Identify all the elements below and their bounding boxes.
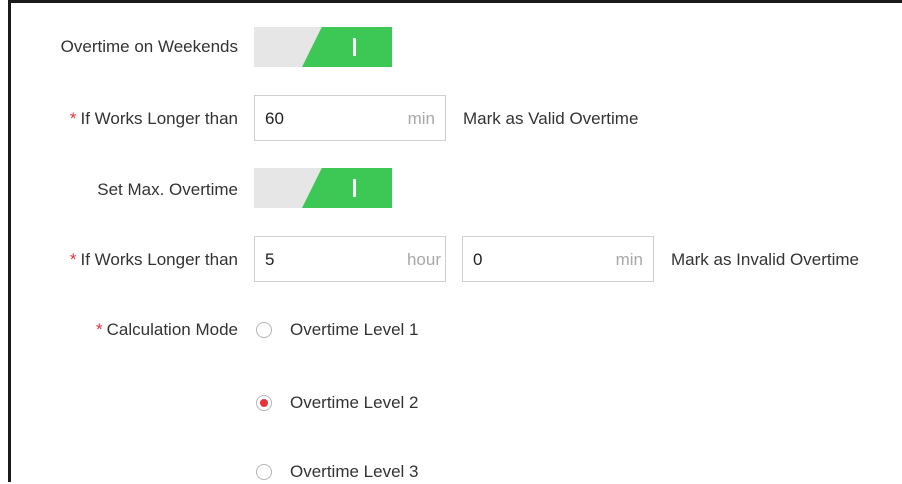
required-mark: * [69, 250, 77, 269]
invalid-overtime-min-unit: min [615, 250, 643, 269]
toggle-thumb-icon [353, 38, 356, 56]
radio-button[interactable] [256, 464, 272, 480]
radio-label: Overtime Level 3 [290, 462, 419, 481]
toggle-on-indicator [302, 27, 392, 67]
invalid-overtime-label: * If Works Longer than [70, 250, 238, 270]
invalid-overtime-hour-unit: hour [406, 250, 441, 269]
valid-overtime-label: * If Works Longer than [70, 109, 238, 129]
required-mark: * [69, 109, 77, 128]
calculation-mode-label-text: Calculation Mode [106, 320, 238, 339]
overtime-weekends-toggle[interactable] [254, 27, 392, 67]
invalid-overtime-hour-input[interactable]: 5 hour [254, 236, 446, 282]
calculation-mode-label: * Calculation Mode [96, 320, 238, 340]
radio-label: Overtime Level 2 [290, 393, 419, 412]
required-mark: * [96, 320, 103, 339]
invalid-overtime-label-text: If Works Longer than [80, 250, 239, 269]
valid-overtime-min-input[interactable]: 60 min [254, 95, 446, 141]
toggle-thumb-icon [353, 179, 356, 197]
invalid-overtime-hour-value: 5 [265, 250, 275, 269]
selected-dot-icon [260, 399, 268, 407]
max-overtime-label: Set Max. Overtime [97, 180, 238, 199]
panel-left-border [8, 0, 11, 482]
overtime-weekends-label: Overtime on Weekends [60, 37, 238, 56]
valid-overtime-suffix: Mark as Valid Overtime [463, 109, 639, 128]
invalid-overtime-min-value: 0 [473, 250, 483, 269]
radio-label: Overtime Level 1 [290, 320, 419, 339]
invalid-overtime-min-input[interactable]: 0 min [462, 236, 654, 282]
panel-top-border [8, 0, 902, 3]
toggle-on-indicator [302, 168, 392, 208]
valid-overtime-min-value: 60 [265, 109, 284, 128]
valid-overtime-label-text: If Works Longer than [80, 109, 239, 128]
max-overtime-toggle[interactable] [254, 168, 392, 208]
overtime-settings-panel: Overtime on Weekends * If Works Longer th… [0, 0, 902, 482]
invalid-overtime-suffix: Mark as Invalid Overtime [671, 250, 859, 269]
radio-button-selected[interactable] [256, 395, 272, 411]
radio-button[interactable] [256, 322, 272, 338]
valid-overtime-min-unit: min [407, 109, 435, 128]
